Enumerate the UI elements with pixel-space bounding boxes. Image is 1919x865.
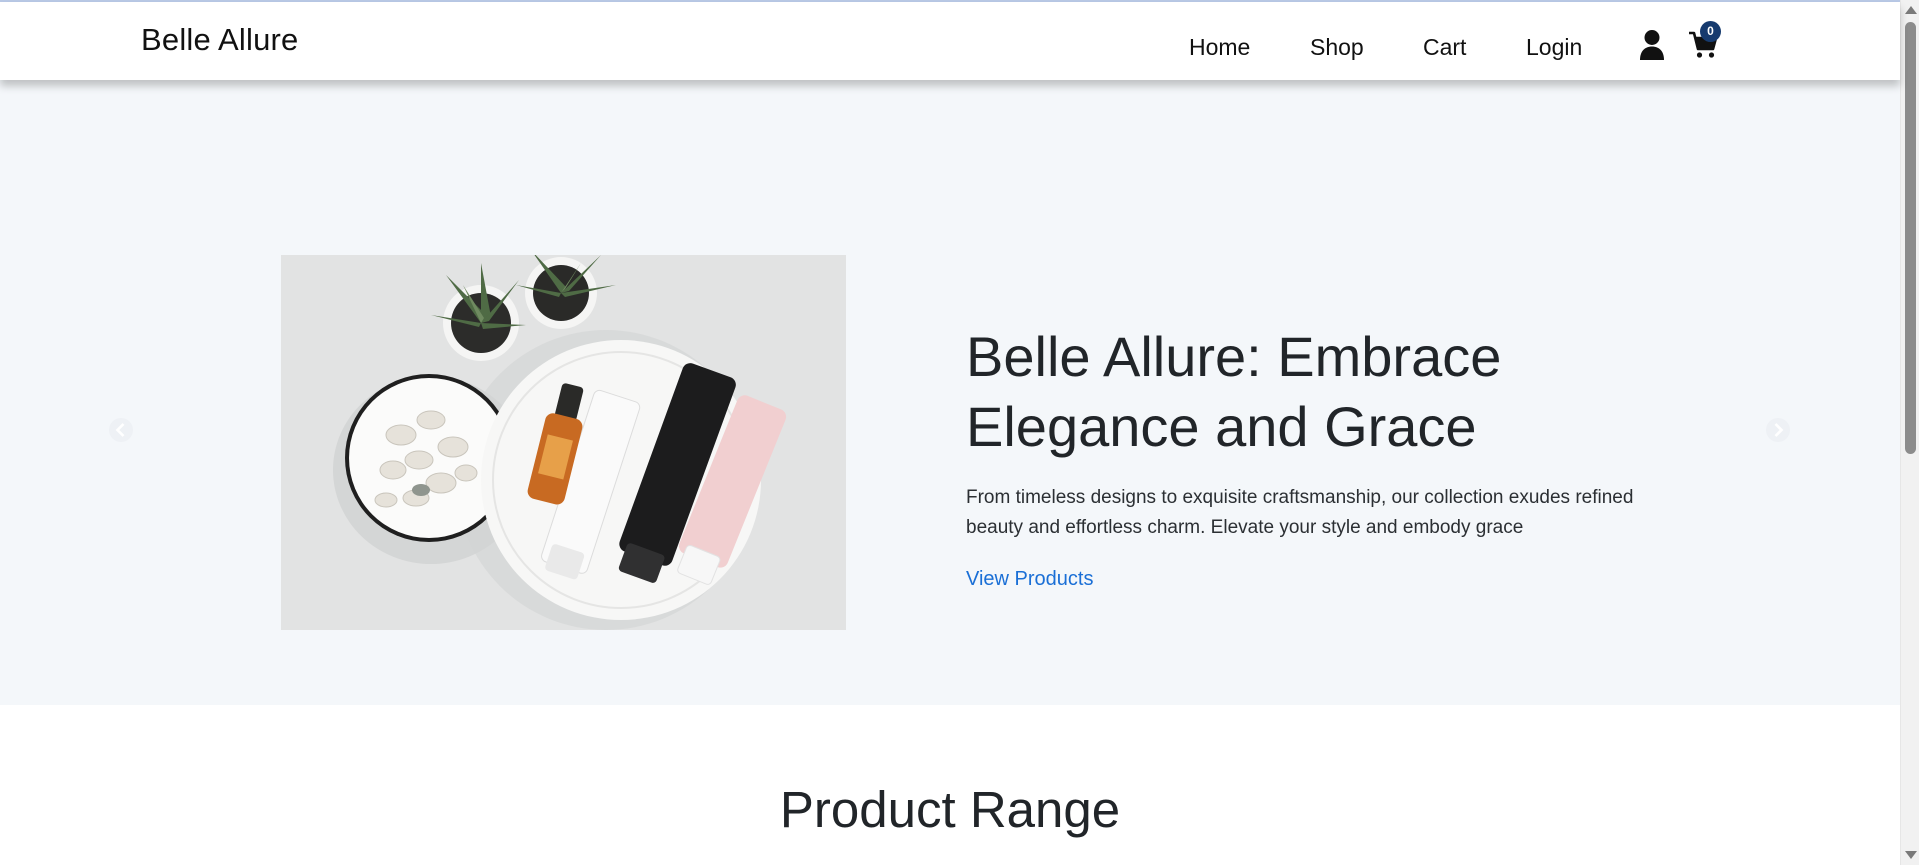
vertical-scrollbar[interactable] [1900,0,1919,865]
product-range-title: Product Range [779,781,1121,838]
user-icon[interactable] [1639,29,1665,61]
nav-link-login[interactable]: Login [1526,34,1582,61]
cart-count-badge: 0 [1700,21,1721,42]
hero-carousel: Belle Allure: Embrace Elegance and Grace… [0,80,1900,705]
scroll-up-arrow-icon[interactable] [1905,6,1917,14]
nav-link-shop[interactable]: Shop [1310,34,1364,61]
nav-link-home[interactable]: Home [1189,34,1250,61]
chevron-right-icon[interactable] [1765,417,1791,443]
nav-link-cart[interactable]: Cart [1423,34,1466,61]
page: Belle Allure Home Shop Cart Login 0 Bell… [0,0,1919,865]
hero-title: Belle Allure: Embrace Elegance and Grace [966,325,1502,458]
scroll-down-arrow-icon[interactable] [1905,851,1917,859]
hero-product-image [281,255,846,630]
view-products-link[interactable]: View Products [966,568,1093,591]
scrollbar-thumb[interactable] [1905,22,1916,454]
hero-description: From timeless designs to exquisite craft… [966,487,1634,538]
chevron-left-icon[interactable] [108,417,134,443]
navbar: Belle Allure Home Shop Cart Login 0 [0,2,1900,80]
brand-logo[interactable]: Belle Allure [141,22,299,58]
